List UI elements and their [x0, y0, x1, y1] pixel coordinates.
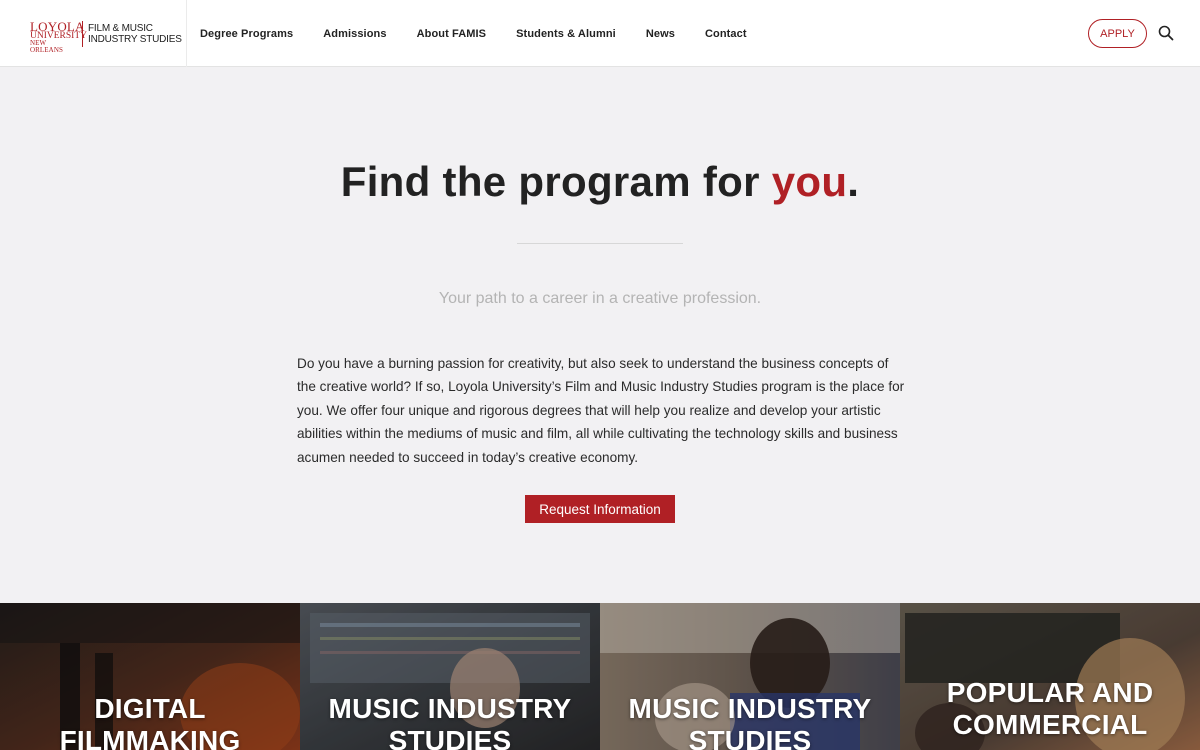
program-tile-label: POPULAR AND COMMERCIAL: [900, 677, 1200, 741]
program-label-line1: MUSIC INDUSTRY: [628, 693, 872, 724]
apply-button[interactable]: APPLY: [1088, 19, 1147, 48]
header-divider: [186, 0, 187, 67]
logo-line3: NEW ORLEANS: [30, 39, 63, 54]
search-icon[interactable]: [1158, 25, 1174, 41]
program-tile-digital-filmmaking[interactable]: DIGITAL FILMMAKING: [0, 603, 300, 750]
nav-about-famis[interactable]: About FAMIS: [417, 28, 487, 40]
program-tile-label: DIGITAL FILMMAKING: [0, 693, 300, 750]
program-label-line1: DIGITAL: [94, 693, 206, 724]
unit-name: FILM & MUSIC INDUSTRY STUDIES: [88, 23, 182, 45]
nav-admissions[interactable]: Admissions: [323, 28, 386, 40]
program-label-line1: POPULAR AND: [946, 677, 1154, 708]
intro-paragraph: Do you have a burning passion for creati…: [297, 356, 905, 465]
site-logo[interactable]: LOYOLA UNIVERSITY NEW ORLEANS FILM & MUS…: [30, 20, 186, 54]
main-nav: Degree Programs Admissions About FAMIS S…: [200, 0, 777, 67]
title-suffix: .: [847, 158, 860, 205]
title-divider: [517, 243, 683, 244]
unit-name-line2: INDUSTRY STUDIES: [88, 34, 182, 45]
nav-students-alumni[interactable]: Students & Alumni: [516, 28, 616, 40]
program-tile-music-industry-2[interactable]: MUSIC INDUSTRY STUDIES: [600, 603, 900, 750]
program-tile-popular-commercial[interactable]: POPULAR AND COMMERCIAL: [900, 603, 1200, 750]
program-label-line2: STUDIES: [388, 725, 512, 750]
page-title: Find the program for you.: [0, 158, 1200, 206]
logo-divider: [82, 21, 83, 47]
title-accent: you: [771, 158, 848, 205]
nav-news[interactable]: News: [646, 28, 675, 40]
title-prefix: Find the program for: [340, 158, 772, 205]
program-tile-music-industry-1[interactable]: MUSIC INDUSTRY STUDIES: [300, 603, 600, 750]
program-tile-label: MUSIC INDUSTRY STUDIES: [600, 693, 900, 750]
request-information-button[interactable]: Request Information: [525, 495, 675, 523]
program-label-line2: COMMERCIAL: [952, 709, 1148, 740]
program-label-line1: MUSIC INDUSTRY: [328, 693, 572, 724]
program-label-line2: STUDIES: [688, 725, 812, 750]
nav-degree-programs[interactable]: Degree Programs: [200, 28, 293, 40]
site-header: LOYOLA UNIVERSITY NEW ORLEANS FILM & MUS…: [0, 0, 1200, 67]
unit-name-line1: FILM & MUSIC: [88, 23, 153, 34]
program-tiles: DIGITAL FILMMAKING MUSIC INDUSTRY STUDIE…: [0, 603, 1200, 750]
page-subtitle: Your path to a career in a creative prof…: [438, 290, 762, 307]
program-label-line2: FILMMAKING: [59, 725, 241, 750]
program-tile-label: MUSIC INDUSTRY STUDIES: [300, 693, 600, 750]
nav-contact[interactable]: Contact: [705, 28, 747, 40]
